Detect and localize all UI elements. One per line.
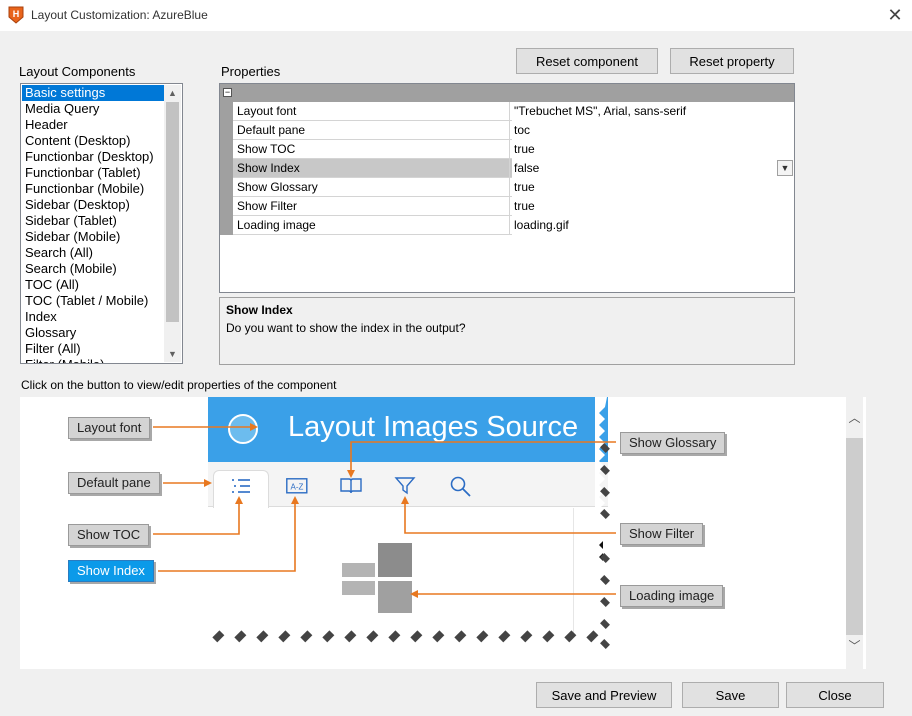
list-item[interactable]: Basic settings [22, 85, 165, 101]
description-title: Show Index [226, 303, 293, 317]
save-button[interactable]: Save [682, 682, 779, 708]
property-grid-header: − [220, 84, 794, 102]
property-value-text: "Trebuchet MS", Arial, sans-serif [514, 104, 687, 118]
callout-show-glossary[interactable]: Show Glossary [620, 432, 726, 454]
property-value-text: false [514, 161, 540, 175]
callout-show-toc[interactable]: Show TOC [68, 524, 150, 546]
callout-show-filter[interactable]: Show Filter [620, 523, 704, 545]
callout-layout-font[interactable]: Layout font [68, 417, 151, 439]
reset-property-button[interactable]: Reset property [670, 48, 794, 74]
property-name: Show Index [237, 161, 300, 175]
callout-show-index[interactable]: Show Index [68, 560, 154, 582]
column-divider [509, 102, 510, 121]
preview-scroll-thumb[interactable] [846, 438, 863, 635]
property-value[interactable]: true [512, 178, 794, 197]
description-text: Do you want to show the index in the out… [226, 321, 466, 335]
property-row[interactable]: Show Glossary true [233, 178, 794, 197]
layout-preview: Layout Images Source A-Z Layout font Def… [20, 397, 866, 669]
property-value[interactable]: false ▼ [512, 159, 794, 178]
property-row[interactable]: Loading image loading.gif [233, 216, 794, 235]
property-value[interactable]: toc [512, 121, 794, 140]
app-icon: H [8, 6, 24, 24]
list-item[interactable]: TOC (Tablet / Mobile) [22, 293, 165, 309]
property-row[interactable]: Show TOC true [233, 140, 794, 159]
list-item[interactable]: Glossary [22, 325, 165, 341]
preview-scrollbar[interactable]: ︿ ﹀ [846, 397, 863, 669]
layout-components-label: Layout Components [19, 64, 136, 79]
list-item[interactable]: Functionbar (Mobile) [22, 181, 165, 197]
callout-loading-image[interactable]: Loading image [620, 585, 724, 607]
list-item[interactable]: Functionbar (Tablet) [22, 165, 165, 181]
property-value[interactable]: true [512, 197, 794, 216]
scroll-down-icon[interactable]: ﹀ [846, 637, 863, 654]
column-divider [509, 121, 510, 140]
property-value-text: toc [514, 123, 531, 137]
list-item[interactable]: Filter (All) [22, 341, 165, 357]
list-item[interactable]: Sidebar (Mobile) [22, 229, 165, 245]
property-name: Show TOC [237, 142, 296, 156]
property-name: Show Glossary [237, 180, 318, 194]
column-divider [509, 216, 510, 235]
preview-hint: Click on the button to view/edit propert… [21, 378, 337, 392]
svg-text:H: H [13, 9, 20, 19]
dropdown-arrow-icon[interactable]: ▼ [777, 160, 793, 176]
scroll-thumb[interactable] [166, 102, 179, 322]
reset-component-button[interactable]: Reset component [516, 48, 658, 74]
property-name: Layout font [237, 104, 297, 118]
property-grid-gutter [220, 102, 233, 235]
list-item[interactable]: Content (Desktop) [22, 133, 165, 149]
property-row[interactable]: Layout font "Trebuchet MS", Arial, sans-s… [233, 102, 794, 121]
close-icon[interactable]: ✕ [882, 4, 908, 26]
property-row[interactable]: Default pane toc [233, 121, 794, 140]
column-divider [509, 159, 510, 178]
close-button[interactable]: Close [786, 682, 884, 708]
callout-default-pane[interactable]: Default pane [68, 472, 160, 494]
column-divider [509, 140, 510, 159]
property-name: Loading image [237, 218, 316, 232]
components-scrollbar[interactable]: ▲ ▼ [164, 85, 181, 362]
list-item[interactable]: Search (Mobile) [22, 261, 165, 277]
scroll-down-icon[interactable]: ▼ [164, 346, 181, 362]
property-name: Show Filter [237, 199, 298, 213]
list-item[interactable]: Search (All) [22, 245, 165, 261]
property-value-text: true [514, 142, 535, 156]
column-divider [509, 178, 510, 197]
property-value-text: loading.gif [514, 218, 569, 232]
property-grid: − Layout font "Trebuchet MS", Arial, sans… [219, 83, 795, 293]
column-divider [509, 197, 510, 216]
scroll-up-icon[interactable]: ▲ [164, 85, 181, 101]
list-item[interactable]: Media Query [22, 101, 165, 117]
list-item[interactable]: Sidebar (Tablet) [22, 213, 165, 229]
list-item[interactable]: Functionbar (Desktop) [22, 149, 165, 165]
properties-label: Properties [221, 64, 281, 79]
property-value[interactable]: "Trebuchet MS", Arial, sans-serif [512, 102, 794, 121]
property-value[interactable]: loading.gif [512, 216, 794, 235]
components-list[interactable]: Basic settings Media Query Header Content (… [20, 83, 183, 364]
save-and-preview-button[interactable]: Save and Preview [536, 682, 672, 708]
scroll-up-icon[interactable]: ︿ [846, 409, 863, 426]
property-value[interactable]: true [512, 140, 794, 159]
property-value-text: true [514, 199, 535, 213]
list-item[interactable]: TOC (All) [22, 277, 165, 293]
property-row[interactable]: Show Filter true [233, 197, 794, 216]
property-description: Show Index Do you want to show the index… [219, 297, 795, 365]
list-item[interactable]: Header [22, 117, 165, 133]
property-row[interactable]: Show Index false ▼ [233, 159, 794, 178]
list-item[interactable]: Index [22, 309, 165, 325]
list-item[interactable]: Filter (Mobile) [22, 357, 165, 363]
window-title: Layout Customization: AzureBlue [31, 8, 208, 22]
property-value-text: true [514, 180, 535, 194]
collapse-icon[interactable]: − [223, 88, 232, 97]
property-name: Default pane [237, 123, 306, 137]
list-item[interactable]: Sidebar (Desktop) [22, 197, 165, 213]
